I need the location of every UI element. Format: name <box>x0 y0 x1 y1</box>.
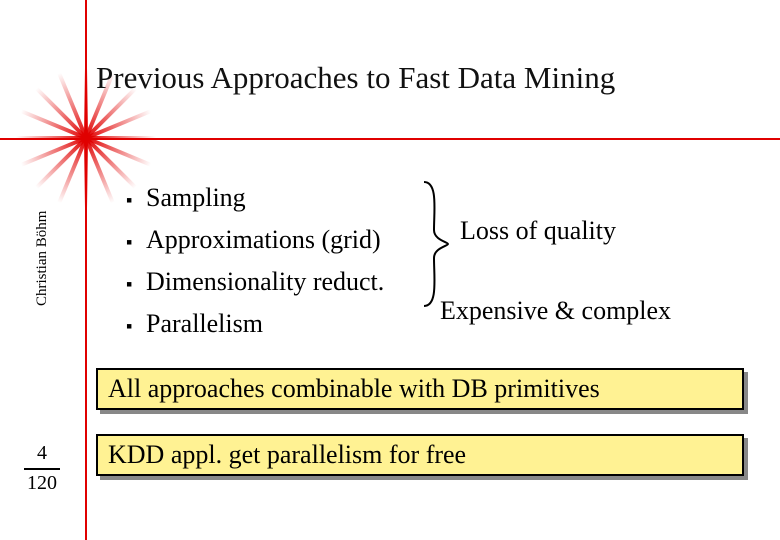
bullet-icon: ▪ <box>126 222 146 262</box>
page-divider <box>24 468 60 470</box>
bullet-icon: ▪ <box>126 264 146 304</box>
bullet-icon: ▪ <box>126 306 146 346</box>
author-label: Christian Böhm <box>34 211 51 306</box>
note-expensive: Expensive & complex <box>440 296 671 326</box>
page-current: 4 <box>22 442 62 465</box>
page-total: 120 <box>22 472 62 495</box>
curly-brace-icon <box>418 180 452 308</box>
bullet-text: Sampling <box>146 178 246 218</box>
bullet-text: Approximations (grid) <box>146 220 381 260</box>
bullet-text: Parallelism <box>146 304 263 344</box>
slide: Previous Approaches to Fast Data Mining … <box>0 0 780 540</box>
slide-title: Previous Approaches to Fast Data Mining <box>96 60 615 96</box>
bullet-text: Dimensionality reduct. <box>146 262 384 302</box>
highlight-combinable: All approaches combinable with DB primit… <box>96 368 744 410</box>
bullet-icon: ▪ <box>126 180 146 220</box>
note-loss-of-quality: Loss of quality <box>460 216 616 246</box>
highlight-parallelism-free: KDD appl. get parallelism for free <box>96 434 744 476</box>
